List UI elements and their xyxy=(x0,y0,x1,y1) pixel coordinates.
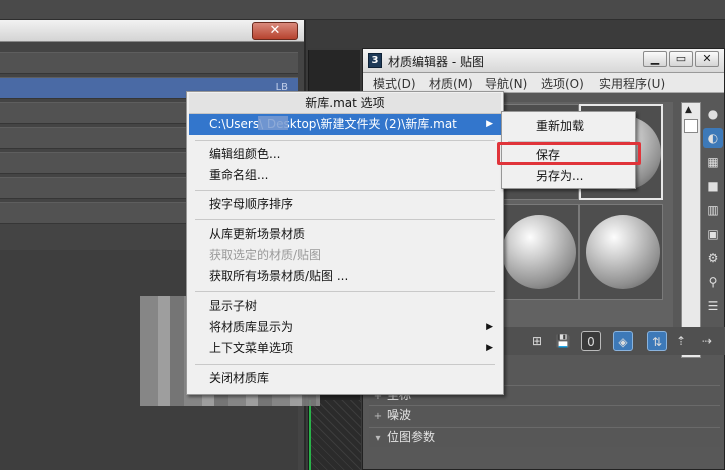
material-navigator-icon[interactable]: ☰ xyxy=(703,296,723,316)
minimize-button[interactable]: ▁ xyxy=(643,51,667,67)
menu-item-label: 将材质库显示为 xyxy=(209,320,294,334)
backlight-icon[interactable]: ◐ xyxy=(703,128,723,148)
sample-slot[interactable] xyxy=(579,204,663,300)
close-button[interactable]: ✕ xyxy=(695,51,719,67)
menu-item-close-library[interactable]: 关闭材质库 xyxy=(189,368,501,389)
rollout-noise[interactable]: + 噪波 xyxy=(369,405,720,425)
app-logo-icon: 3 xyxy=(368,53,382,68)
submenu-arrow-icon: ▶ xyxy=(486,322,493,332)
top-toolbar-strip xyxy=(0,0,725,20)
go-forward-icon[interactable]: ⇢ xyxy=(697,331,717,351)
menu-item-rename-group[interactable]: 重命名组... xyxy=(189,165,501,186)
go-to-parent-icon[interactable]: ⇡ xyxy=(671,331,691,351)
library-context-menu: 新库.mat 选项 C:\Users\ Desktop\新建文件夹 (2)\新库… xyxy=(186,91,504,395)
submenu-arrow-icon: ▶ xyxy=(486,119,493,129)
menu-item-label: C:\Users\ Desktop\新建文件夹 (2)\新库.mat xyxy=(209,117,457,131)
menu-options[interactable]: 选项(O) xyxy=(541,75,584,92)
menu-item-get-selected: 获取选定的材质/贴图 xyxy=(209,248,322,262)
collapse-icon: ▾ xyxy=(375,433,381,444)
menu-item-library-path[interactable]: C:\Users\ Desktop\新建文件夹 (2)\新库.mat ▶ xyxy=(189,114,501,135)
background-icon[interactable]: ▦ xyxy=(703,152,723,172)
maximize-button[interactable]: ▭ xyxy=(669,51,693,67)
menu-divider xyxy=(195,364,495,365)
menu-divider xyxy=(195,291,495,292)
submenu-item-save-as[interactable]: 另存为... xyxy=(504,165,633,187)
show-end-result-icon[interactable]: ⇅ xyxy=(647,331,667,351)
menu-divider xyxy=(195,140,495,141)
options-icon[interactable]: ⚙ xyxy=(703,248,723,268)
menu-header: 新库.mat 选项 xyxy=(189,93,501,114)
rollout-label: 位图参数 xyxy=(387,430,436,444)
uv-tiling-icon[interactable]: ■ xyxy=(703,176,723,196)
close-icon: ✕ xyxy=(702,52,712,65)
menu-material[interactable]: 材质(M) xyxy=(429,75,473,92)
menu-utilities[interactable]: 实用程序(U) xyxy=(599,75,665,92)
side-toolbar: ● ◐ ▦ ■ ▥ ▣ ⚙ ⚲ ☰ xyxy=(701,102,725,352)
menu-item-get-all[interactable]: 获取所有场景材质/贴图 ... xyxy=(189,266,501,287)
maximize-icon: ▭ xyxy=(675,52,687,65)
menu-item-label: 上下文菜单选项 xyxy=(209,341,294,355)
browser-row[interactable] xyxy=(0,52,298,74)
sample-type-icon[interactable]: ● xyxy=(703,104,723,124)
material-sphere xyxy=(586,215,660,289)
menu-item-edit-group-color[interactable]: 编辑组颜色... xyxy=(189,144,501,165)
rollout-label: 噪波 xyxy=(387,408,412,422)
menu-divider xyxy=(195,219,495,220)
make-preview-icon[interactable]: ▣ xyxy=(703,224,723,244)
expand-icon: + xyxy=(373,411,383,422)
submenu-arrow-icon: ▶ xyxy=(486,343,493,353)
material-sphere xyxy=(502,215,576,289)
submenu-item-reload[interactable]: 重新加载 xyxy=(504,115,633,137)
show-map-icon[interactable]: ◈ xyxy=(613,331,633,351)
menu-navigation[interactable]: 导航(N) xyxy=(485,75,527,92)
close-icon: ✕ xyxy=(269,23,281,38)
highlight-annotation xyxy=(497,142,641,165)
put-to-library-icon[interactable]: ⊞ xyxy=(527,331,547,351)
select-by-material-icon[interactable]: ⚲ xyxy=(703,272,723,292)
scroll-up-icon[interactable]: ▲ xyxy=(685,105,692,115)
menu-mode[interactable]: 模式(D) xyxy=(373,75,416,92)
close-button[interactable]: ✕ xyxy=(252,22,298,40)
menu-item-display-library-as[interactable]: 将材质库显示为 ▶ xyxy=(189,317,501,338)
menu-item-update-from-library[interactable]: 从库更新场景材质 xyxy=(189,224,501,245)
menu-item-show-subtree[interactable]: 显示子树 xyxy=(189,296,501,317)
material-editor-titlebar[interactable]: 3 材质编辑器 - 贴图 ▁ ▭ ✕ xyxy=(363,49,724,73)
scroll-thumb[interactable] xyxy=(684,119,698,133)
window-title: 材质编辑器 - 贴图 xyxy=(388,55,484,69)
material-id-channel[interactable]: 0 xyxy=(581,331,601,351)
minimize-icon: ▁ xyxy=(650,52,660,65)
menu-item-context-menu-options[interactable]: 上下文菜单选项 ▶ xyxy=(189,338,501,359)
menu-bar: 模式(D) 材质(M) 导航(N) 选项(O) 实用程序(U) xyxy=(363,73,724,93)
redacted-username xyxy=(258,116,288,130)
rollout-bitmap-params[interactable]: ▾ 位图参数 xyxy=(369,427,720,447)
save-icon[interactable]: 💾 xyxy=(553,331,573,351)
top-right-strip xyxy=(308,20,725,48)
sample-slot[interactable] xyxy=(495,204,579,300)
video-color-check-icon[interactable]: ▥ xyxy=(703,200,723,220)
slot-scrollbar[interactable]: ▲ ▼ xyxy=(681,102,701,358)
menu-divider xyxy=(195,190,495,191)
viewport-grid xyxy=(309,400,361,470)
menu-item-sort-alpha[interactable]: 按字母顺序排序 xyxy=(189,194,501,215)
